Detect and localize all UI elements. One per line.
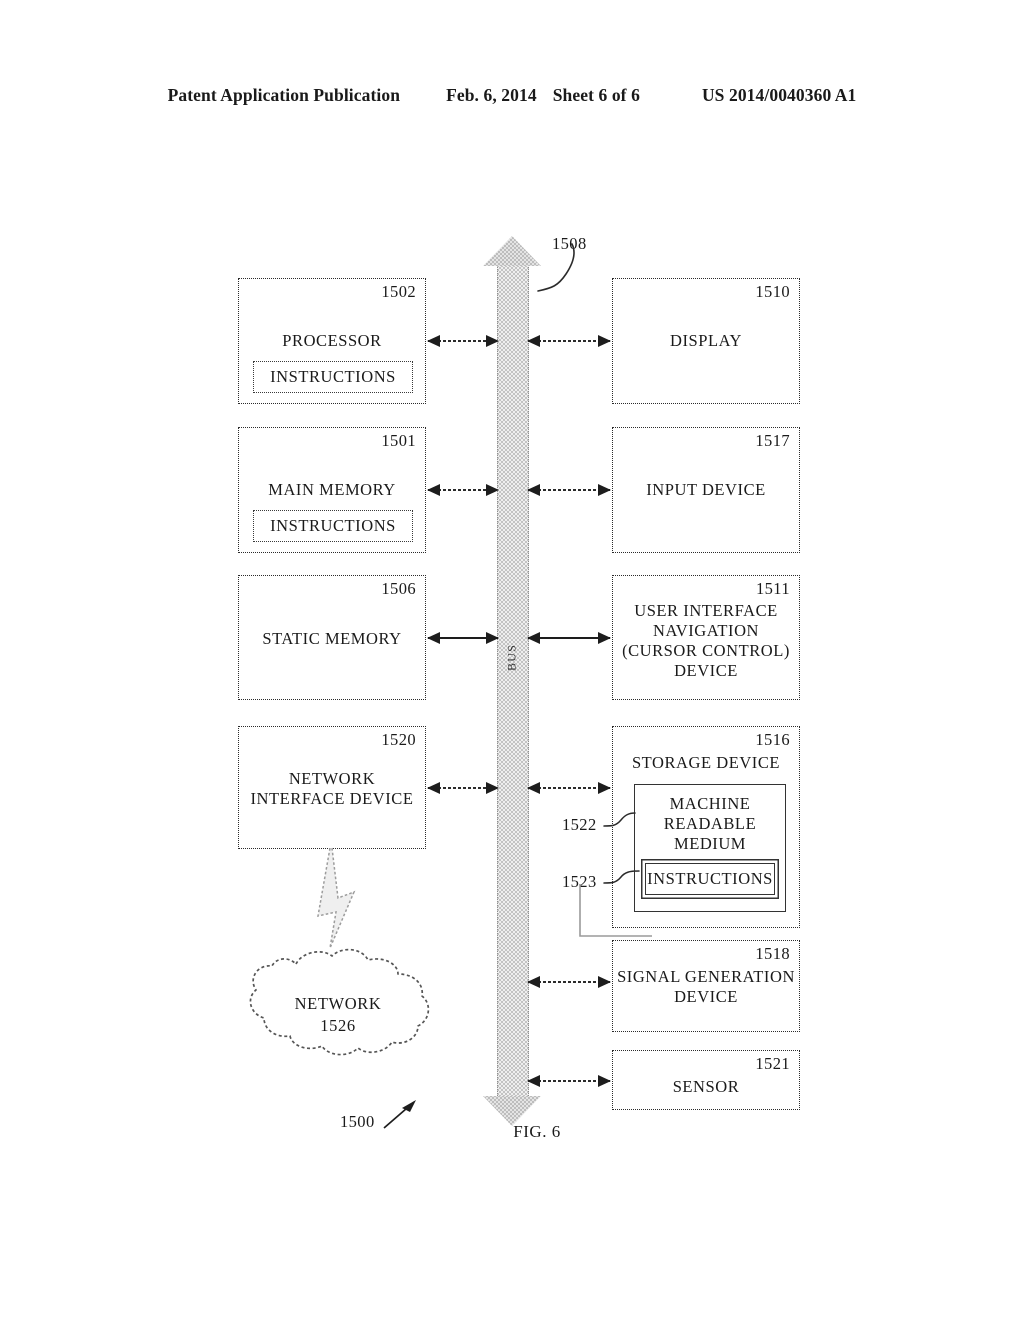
storage-device-reference-number: 1516 (755, 730, 790, 749)
sgd-label-line2: DEVICE (674, 987, 738, 1006)
network-cloud-reference-number: 1526 (320, 1016, 356, 1035)
connector-bus-sensor (528, 1080, 610, 1082)
connector-static-memory-bus (428, 637, 498, 639)
mrm-label-line3: MEDIUM (673, 834, 747, 853)
figure-6-block-diagram: BUS 1508 1502 PROCESSOR INSTRUCTIONS 150… (0, 0, 1024, 1320)
sgd-label-line1: SIGNAL GENERATION (617, 967, 795, 986)
connector-bus-storage-device (528, 787, 610, 789)
connector-main-memory-bus (428, 489, 498, 491)
connector-bus-ui-navigation (528, 637, 610, 639)
sensor-label: SENSOR (672, 1077, 740, 1096)
processor-block: 1502 PROCESSOR INSTRUCTIONS (238, 278, 426, 404)
static-memory-block: 1506 STATIC MEMORY (238, 575, 426, 700)
machine-readable-medium-reference-number: 1522 (562, 815, 597, 834)
mrm-leader-line (603, 812, 636, 827)
user-interface-navigation-reference-number: 1511 (756, 579, 790, 598)
storage-instructions-block: INSTRUCTIONS (645, 863, 775, 895)
input-device-block: 1517 INPUT DEVICE (612, 427, 800, 553)
signal-generation-device-reference-number: 1518 (755, 944, 790, 963)
input-device-label: INPUT DEVICE (646, 480, 766, 499)
sensor-block: 1521 SENSOR (612, 1050, 800, 1110)
processor-reference-number: 1502 (381, 282, 416, 301)
main-memory-instructions-block: INSTRUCTIONS (253, 510, 413, 542)
network-cloud-label: NETWORK (294, 994, 382, 1013)
processor-instructions-block: INSTRUCTIONS (253, 361, 413, 393)
wireless-lightning-icon (317, 847, 356, 949)
system-reference-number: 1500 (340, 1112, 375, 1131)
figure-caption: FIG. 6 (513, 1122, 561, 1141)
network-interface-device-reference-number: 1520 (381, 730, 416, 749)
main-memory-instructions-label: INSTRUCTIONS (270, 516, 396, 535)
mrm-label-line1: MACHINE (669, 794, 751, 813)
uinav-label-line4: DEVICE (674, 661, 738, 680)
user-interface-navigation-block: 1511 USER INTERFACE NAVIGATION (CURSOR C… (612, 575, 800, 700)
main-memory-block: 1501 MAIN MEMORY INSTRUCTIONS (238, 427, 426, 553)
storage-instructions-label: INSTRUCTIONS (647, 869, 773, 888)
static-memory-label: STATIC MEMORY (262, 629, 402, 648)
connector-bus-display (528, 340, 610, 342)
uinav-label-line2: NAVIGATION (652, 621, 760, 640)
input-device-reference-number: 1517 (755, 431, 790, 450)
mrm-label-line2: READABLE (663, 814, 757, 833)
system-reference-arrow (383, 1100, 416, 1129)
processor-label: PROCESSOR (282, 331, 382, 350)
storage-device-label: STORAGE DEVICE (631, 753, 781, 772)
main-memory-reference-number: 1501 (381, 431, 416, 450)
uinav-label-line3: (CURSOR CONTROL) (622, 641, 790, 660)
bus-label: BUS (504, 644, 519, 671)
uinav-label-line1: USER INTERFACE (634, 601, 778, 620)
main-memory-label: MAIN MEMORY (268, 480, 396, 499)
network-interface-device-block: 1520 NETWORK INTERFACE DEVICE (238, 726, 426, 849)
bus-arrowhead-up (483, 236, 541, 266)
machine-readable-medium-block: MACHINE READABLE MEDIUM INSTRUCTIONS (634, 784, 786, 912)
network-interface-device-label-line1: NETWORK (288, 769, 376, 788)
network-cloud-text: NETWORK 1526 (238, 993, 438, 1037)
connector-bus-signal-generation-device (528, 981, 610, 983)
static-memory-reference-number: 1506 (381, 579, 416, 598)
signal-generation-device-block: 1518 SIGNAL GENERATION DEVICE (612, 940, 800, 1032)
display-reference-number: 1510 (755, 282, 790, 301)
display-label: DISPLAY (669, 331, 742, 350)
connector-processor-bus (428, 340, 498, 342)
connector-network-interface-bus (428, 787, 498, 789)
sensor-reference-number: 1521 (755, 1054, 790, 1073)
display-block: 1510 DISPLAY (612, 278, 800, 404)
connector-bus-input-device (528, 489, 610, 491)
storage-bracket-connector (579, 884, 652, 937)
network-interface-device-label-line2: INTERFACE DEVICE (250, 789, 414, 808)
processor-instructions-label: INSTRUCTIONS (270, 367, 396, 386)
